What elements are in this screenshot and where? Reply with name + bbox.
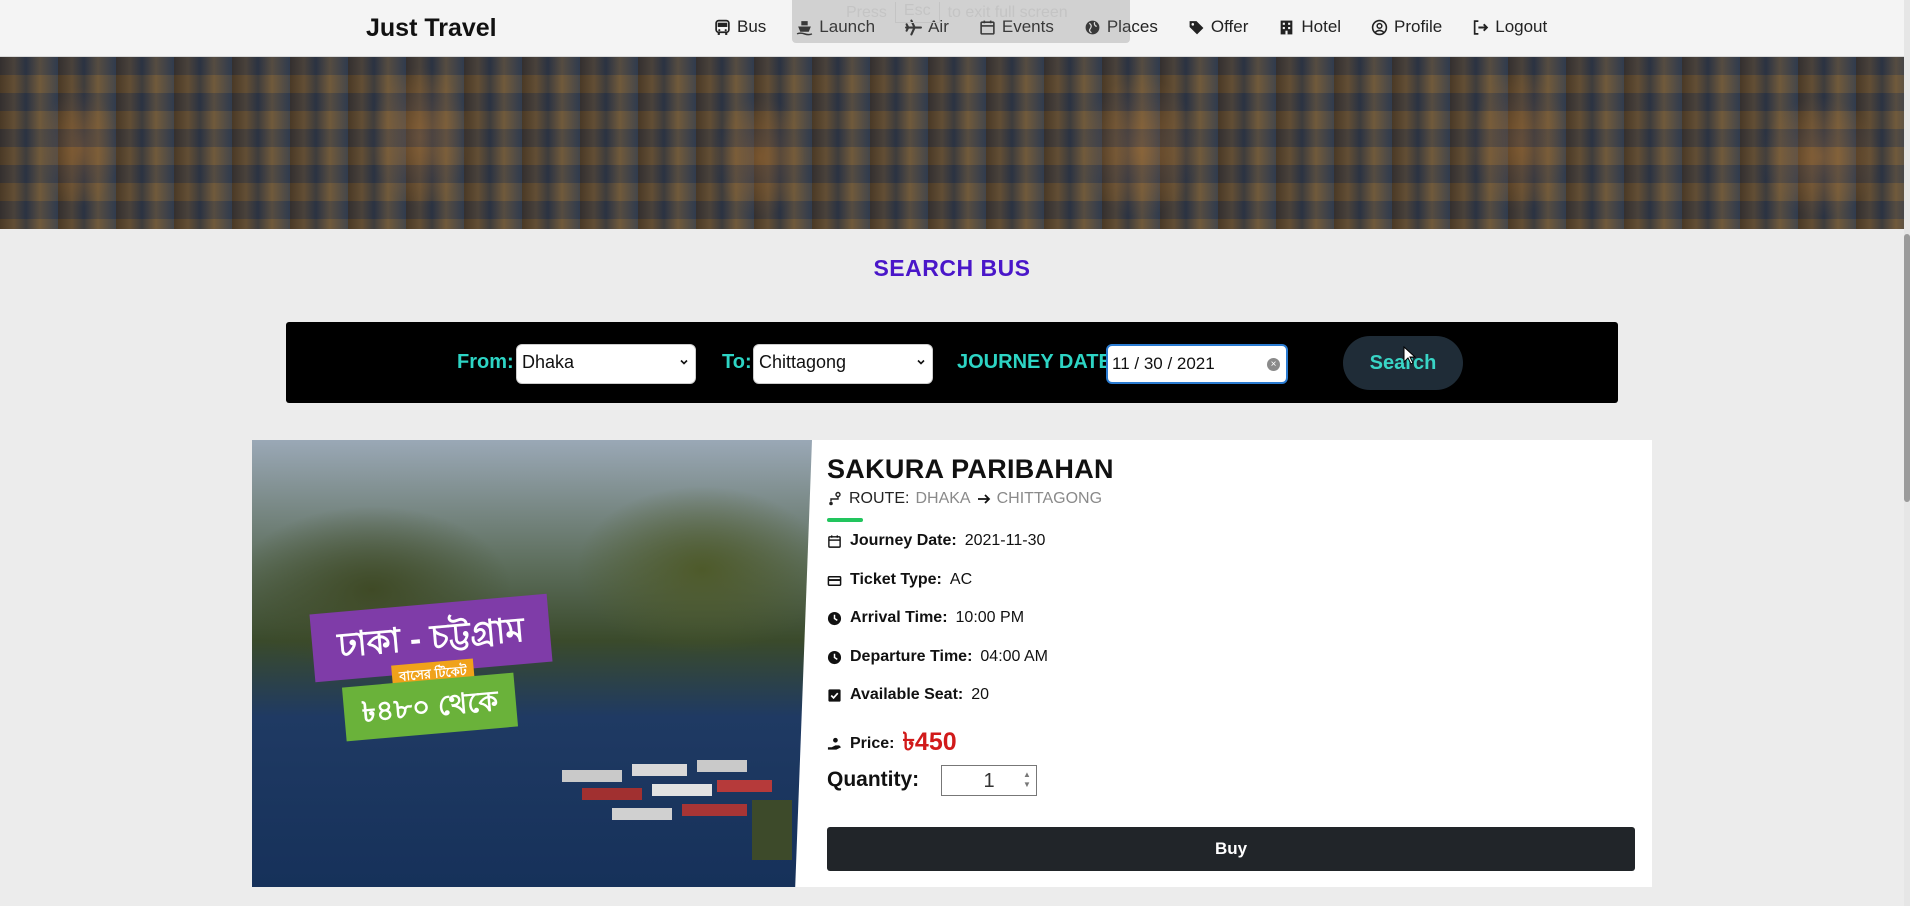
- fullscreen-esc-key: Esc: [894, 2, 940, 23]
- quantity-value: 1: [983, 770, 995, 792]
- arrival-time-value: 10:00 PM: [955, 609, 1025, 626]
- boats-illustration: [562, 760, 792, 860]
- quantity-label: Quantity:: [827, 768, 920, 791]
- route-label: ROUTE:: [849, 490, 910, 507]
- departure-time-label: Departure Time:: [850, 648, 973, 665]
- from-label: From:: [457, 351, 514, 373]
- to-label: To:: [722, 351, 752, 373]
- checkbox-checked-icon: [828, 688, 841, 702]
- arrival-time-row: Arrival Time: 10:00 PM: [827, 609, 1024, 627]
- journey-date-label: Journey Date:: [850, 532, 957, 549]
- nav-label: Logout: [1495, 17, 1548, 36]
- ticket-type-label: Ticket Type:: [850, 571, 942, 588]
- chevron-down-icon: [917, 359, 925, 365]
- route-underline: [827, 518, 863, 522]
- from-select[interactable]: Dhaka: [516, 344, 696, 384]
- to-value: Chittagong: [759, 352, 847, 372]
- route-icon: [829, 491, 841, 506]
- fullscreen-rest: to exit full screen: [947, 3, 1068, 21]
- price-row: Price: ৳450: [827, 722, 957, 765]
- promo-price-text: ৳৪৮০ থেকে: [341, 672, 519, 742]
- journey-date-row: Journey Date: 2021-11-30: [827, 532, 1045, 550]
- to-select[interactable]: Chittagong: [753, 344, 933, 384]
- brand-logo[interactable]: Just Travel: [366, 14, 497, 43]
- available-seat-label: Available Seat:: [850, 686, 964, 703]
- building-icon: [1281, 20, 1293, 34]
- nav-label: Profile: [1394, 17, 1443, 36]
- route-promo-image: ঢাকা - চট্টগ্রাম বাসের টিকেট ৳৪৮০ থেকে: [252, 440, 812, 887]
- bus-result-card: ঢাকা - চট্টগ্রাম বাসের টিকেট ৳৪৮০ থেকে S…: [252, 440, 1652, 887]
- ticket-icon: [827, 575, 842, 586]
- nav-item-offer[interactable]: Offer: [1188, 17, 1248, 37]
- price-label: Price:: [850, 734, 895, 752]
- hand-money-icon: [827, 737, 842, 750]
- fullscreen-notice: Press Esc to exit full screen: [846, 2, 1068, 23]
- available-seat-row: Available Seat: 20: [827, 686, 989, 704]
- page-scrollbar-thumb[interactable]: [1904, 234, 1910, 502]
- journey-date-label: JOURNEY DATE:: [957, 351, 1119, 373]
- chevron-down-icon: [680, 359, 688, 365]
- arrival-time-label: Arrival Time:: [850, 609, 948, 626]
- nav-label: Bus: [737, 17, 767, 36]
- route-to: CHITTAGONG: [996, 490, 1103, 507]
- nav-item-hotel[interactable]: Hotel: [1278, 17, 1341, 37]
- journey-date-input[interactable]: 11 / 30 / 2021 ×: [1106, 344, 1288, 384]
- fullscreen-press: Press: [846, 3, 887, 21]
- tag-icon: [1189, 20, 1204, 34]
- search-title: SEARCH BUS: [873, 255, 1031, 281]
- nav-label: Offer: [1210, 17, 1249, 36]
- operator-name: SAKURA PARIBAHAN: [827, 454, 1114, 484]
- hero-banner-image: [0, 57, 1904, 229]
- bus-icon: [715, 19, 730, 35]
- from-value: Dhaka: [522, 352, 575, 372]
- departure-time-value: 04:00 AM: [980, 648, 1049, 665]
- nav-item-logout[interactable]: Logout: [1472, 17, 1547, 37]
- clear-icon[interactable]: ×: [1267, 358, 1280, 371]
- mouse-cursor-icon: [1403, 346, 1417, 365]
- nav-item-bus[interactable]: Bus: [714, 17, 766, 37]
- ticket-type-row: Ticket Type: AC: [827, 571, 972, 589]
- user-circle-icon: [1371, 19, 1388, 35]
- clock-icon: [827, 650, 842, 664]
- price-value: ৳450: [902, 728, 957, 756]
- quantity-stepper[interactable]: 1 ▲ ▼: [941, 765, 1037, 796]
- buy-button[interactable]: Buy: [827, 827, 1635, 871]
- route-line: ROUTE: DHAKA CHITTAGONG: [827, 490, 1102, 508]
- calendar-icon: [828, 534, 841, 548]
- search-bar: From: Dhaka To: Chittagong JOURNEY DATE:…: [286, 322, 1618, 403]
- clock-icon: [827, 611, 842, 625]
- route-from: DHAKA: [915, 490, 971, 507]
- journey-date-value: 2021-11-30: [964, 532, 1046, 549]
- nav-label: Hotel: [1301, 17, 1342, 36]
- spinner-arrows-icon[interactable]: ▲ ▼: [1021, 770, 1033, 792]
- nav-item-profile[interactable]: Profile: [1371, 17, 1442, 37]
- logout-icon: [1474, 19, 1489, 35]
- arrow-right-icon: [977, 494, 990, 504]
- available-seat-value: 20: [971, 686, 990, 703]
- ticket-type-value: AC: [949, 571, 973, 588]
- journey-date-value: 11 / 30 / 2021: [1112, 354, 1215, 373]
- departure-time-row: Departure Time: 04:00 AM: [827, 648, 1048, 666]
